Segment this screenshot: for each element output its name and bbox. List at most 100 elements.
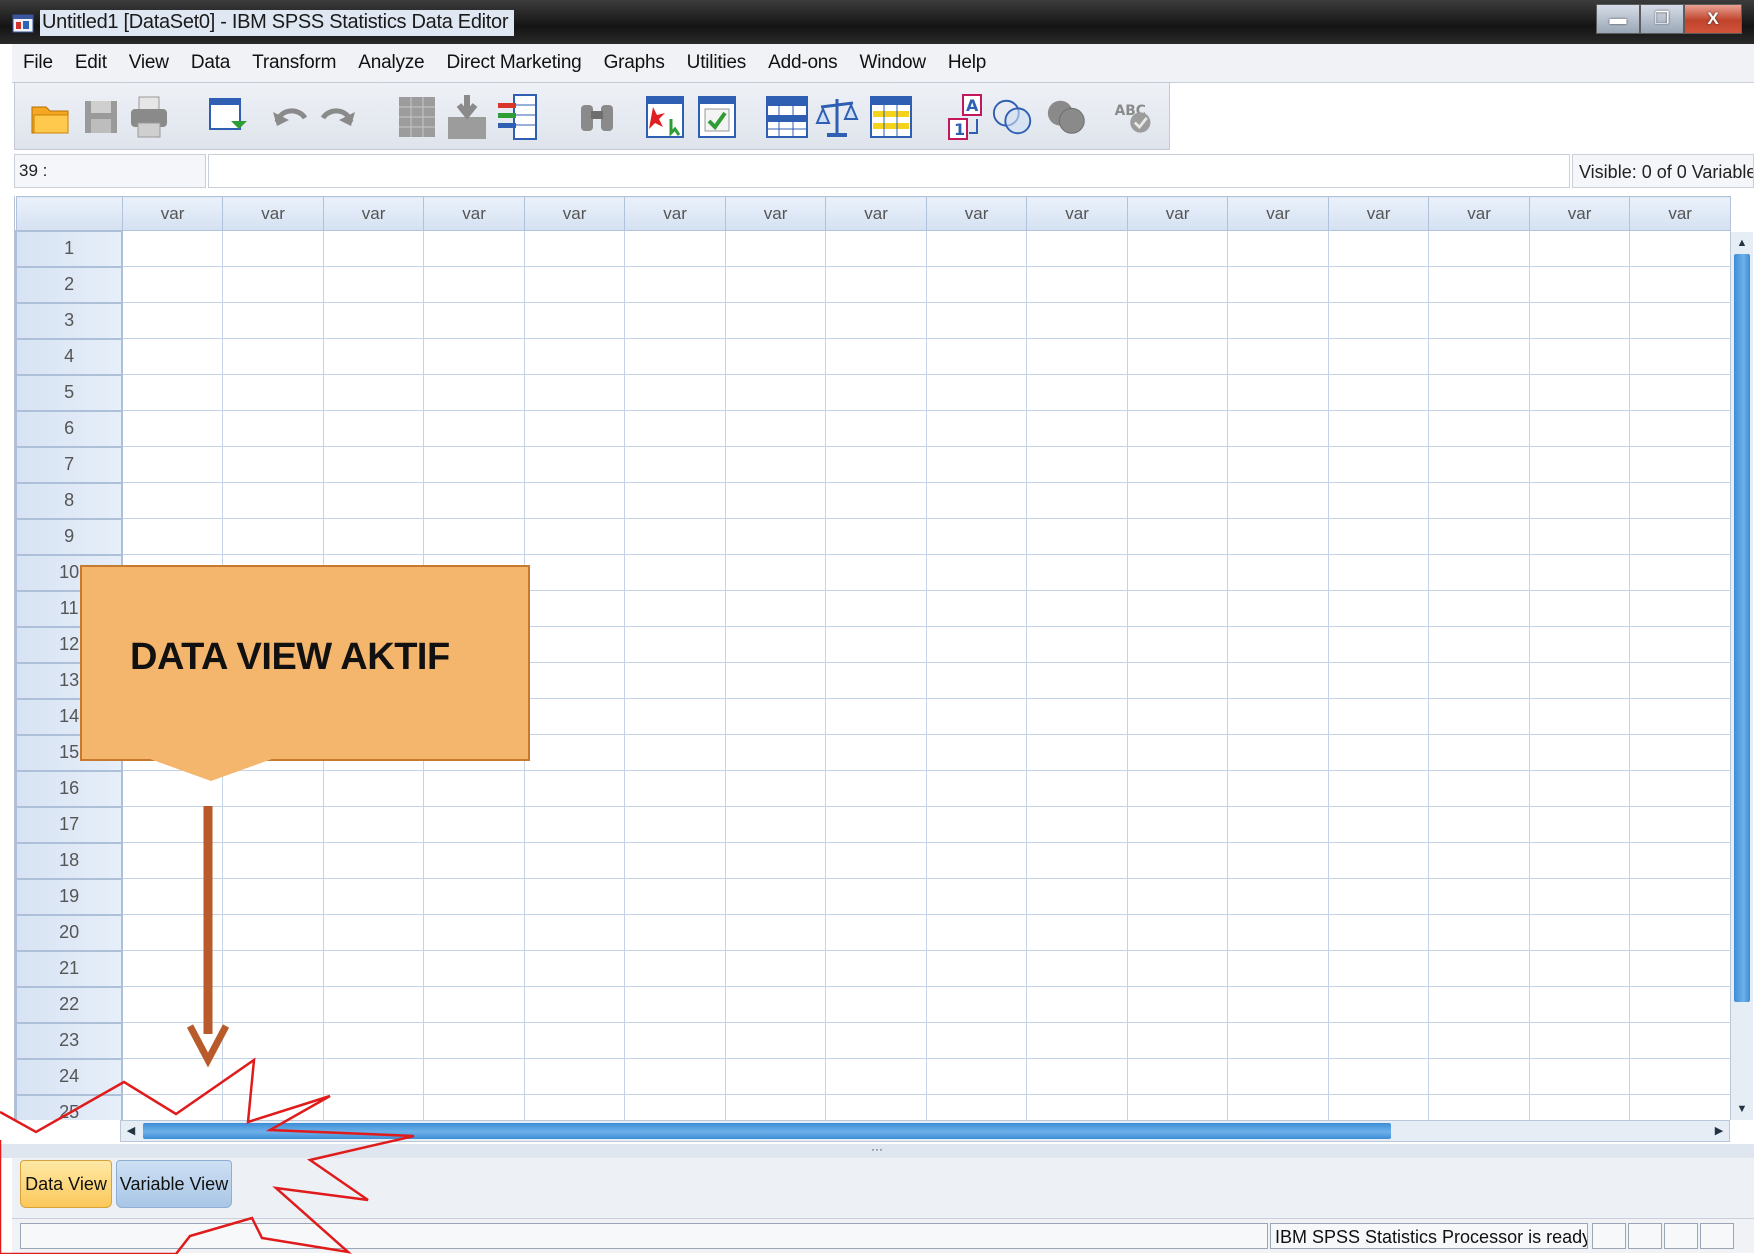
column-header-var[interactable]: var bbox=[1629, 196, 1731, 231]
data-cell[interactable] bbox=[1629, 950, 1731, 987]
data-cell[interactable] bbox=[1428, 950, 1530, 987]
data-cell[interactable] bbox=[1327, 1022, 1430, 1059]
data-cell[interactable] bbox=[1629, 1058, 1731, 1095]
data-cell[interactable] bbox=[1528, 1058, 1631, 1095]
data-cell[interactable] bbox=[1227, 1058, 1329, 1095]
data-cell[interactable] bbox=[523, 338, 626, 375]
row-header[interactable]: 17 bbox=[15, 805, 124, 844]
data-cell[interactable] bbox=[1428, 518, 1530, 555]
data-cell[interactable] bbox=[724, 806, 827, 843]
data-cell[interactable] bbox=[1126, 374, 1229, 411]
data-cell[interactable] bbox=[1327, 302, 1430, 339]
data-cell[interactable] bbox=[423, 1094, 525, 1120]
data-cell[interactable] bbox=[322, 266, 425, 303]
row-header[interactable]: 2 bbox=[15, 265, 124, 304]
data-cell[interactable] bbox=[724, 950, 827, 987]
data-cell[interactable] bbox=[222, 1022, 324, 1059]
data-cell[interactable] bbox=[1327, 878, 1430, 915]
data-cell[interactable] bbox=[523, 806, 626, 843]
data-cell[interactable] bbox=[121, 338, 224, 375]
data-cell[interactable] bbox=[1528, 410, 1631, 447]
data-cell[interactable] bbox=[1026, 986, 1128, 1023]
data-cell[interactable] bbox=[523, 446, 626, 483]
variables-icon[interactable] bbox=[495, 93, 539, 141]
menu-file[interactable]: File bbox=[12, 52, 64, 74]
data-cell[interactable] bbox=[121, 266, 224, 303]
data-cell[interactable] bbox=[1327, 554, 1430, 591]
data-cell[interactable] bbox=[1227, 518, 1329, 555]
row-header[interactable]: 8 bbox=[15, 481, 124, 520]
data-cell[interactable] bbox=[825, 446, 927, 483]
data-cell[interactable] bbox=[825, 482, 927, 519]
data-cell[interactable] bbox=[121, 374, 224, 411]
data-cell[interactable] bbox=[1227, 590, 1329, 627]
data-cell[interactable] bbox=[1629, 446, 1731, 483]
column-header-var[interactable]: var bbox=[121, 196, 224, 231]
dialog-recall-icon[interactable] bbox=[205, 93, 249, 141]
data-cell[interactable] bbox=[423, 518, 525, 555]
data-cell[interactable] bbox=[624, 410, 726, 447]
data-cell[interactable] bbox=[1126, 950, 1229, 987]
data-cell[interactable] bbox=[1026, 842, 1128, 879]
data-cell[interactable] bbox=[1629, 302, 1731, 339]
data-cell[interactable] bbox=[1126, 302, 1229, 339]
data-cell[interactable] bbox=[222, 842, 324, 879]
data-cell[interactable] bbox=[624, 446, 726, 483]
data-cell[interactable] bbox=[322, 410, 425, 447]
column-header-var[interactable]: var bbox=[1026, 196, 1128, 231]
data-cell[interactable] bbox=[1327, 950, 1430, 987]
data-cell[interactable] bbox=[1227, 374, 1329, 411]
data-cell[interactable] bbox=[1026, 950, 1128, 987]
data-cell[interactable] bbox=[523, 554, 626, 591]
data-cell[interactable] bbox=[1629, 374, 1731, 411]
data-cell[interactable] bbox=[1227, 770, 1329, 807]
column-header-var[interactable]: var bbox=[1528, 196, 1631, 231]
data-cell[interactable] bbox=[825, 626, 927, 663]
data-cell[interactable] bbox=[724, 986, 827, 1023]
menu-utilities[interactable]: Utilities bbox=[676, 52, 757, 74]
restore-icon[interactable]: ❐ bbox=[1640, 4, 1684, 34]
data-cell[interactable] bbox=[1629, 806, 1731, 843]
data-cell[interactable] bbox=[523, 266, 626, 303]
data-cell[interactable] bbox=[825, 770, 927, 807]
data-cell[interactable] bbox=[925, 806, 1028, 843]
column-header-var[interactable]: var bbox=[423, 196, 525, 231]
data-cell[interactable] bbox=[121, 1058, 224, 1095]
data-cell[interactable] bbox=[1327, 626, 1430, 663]
data-cell[interactable] bbox=[1528, 590, 1631, 627]
data-cell[interactable] bbox=[222, 1094, 324, 1120]
data-cell[interactable] bbox=[1126, 266, 1229, 303]
data-cell[interactable] bbox=[925, 914, 1028, 951]
data-cell[interactable] bbox=[624, 266, 726, 303]
menu-window[interactable]: Window bbox=[848, 52, 936, 74]
column-header-var[interactable]: var bbox=[523, 196, 626, 231]
data-cell[interactable] bbox=[925, 878, 1028, 915]
data-cell[interactable] bbox=[1026, 878, 1128, 915]
data-cell[interactable] bbox=[925, 698, 1028, 735]
data-cell[interactable] bbox=[724, 662, 827, 699]
data-cell[interactable] bbox=[724, 518, 827, 555]
data-cell[interactable] bbox=[624, 806, 726, 843]
data-cell[interactable] bbox=[724, 338, 827, 375]
data-cell[interactable] bbox=[1428, 446, 1530, 483]
data-cell[interactable] bbox=[724, 446, 827, 483]
cell-value-field[interactable] bbox=[208, 154, 1570, 188]
data-cell[interactable] bbox=[825, 842, 927, 879]
column-header-var[interactable]: var bbox=[1428, 196, 1530, 231]
data-cell[interactable] bbox=[1327, 482, 1430, 519]
data-cell[interactable] bbox=[1026, 698, 1128, 735]
data-cell[interactable] bbox=[925, 518, 1028, 555]
data-cell[interactable] bbox=[1126, 230, 1229, 267]
row-header[interactable]: 21 bbox=[15, 949, 124, 988]
undo-icon[interactable] bbox=[269, 93, 313, 141]
data-cell[interactable] bbox=[1428, 1022, 1530, 1059]
data-cell[interactable] bbox=[423, 482, 525, 519]
data-cell[interactable] bbox=[1629, 518, 1731, 555]
row-header[interactable]: 18 bbox=[15, 841, 124, 880]
data-cell[interactable] bbox=[1026, 914, 1128, 951]
data-cell[interactable] bbox=[724, 230, 827, 267]
data-cell[interactable] bbox=[322, 446, 425, 483]
data-cell[interactable] bbox=[121, 518, 224, 555]
data-cell[interactable] bbox=[825, 986, 927, 1023]
data-cell[interactable] bbox=[724, 770, 827, 807]
